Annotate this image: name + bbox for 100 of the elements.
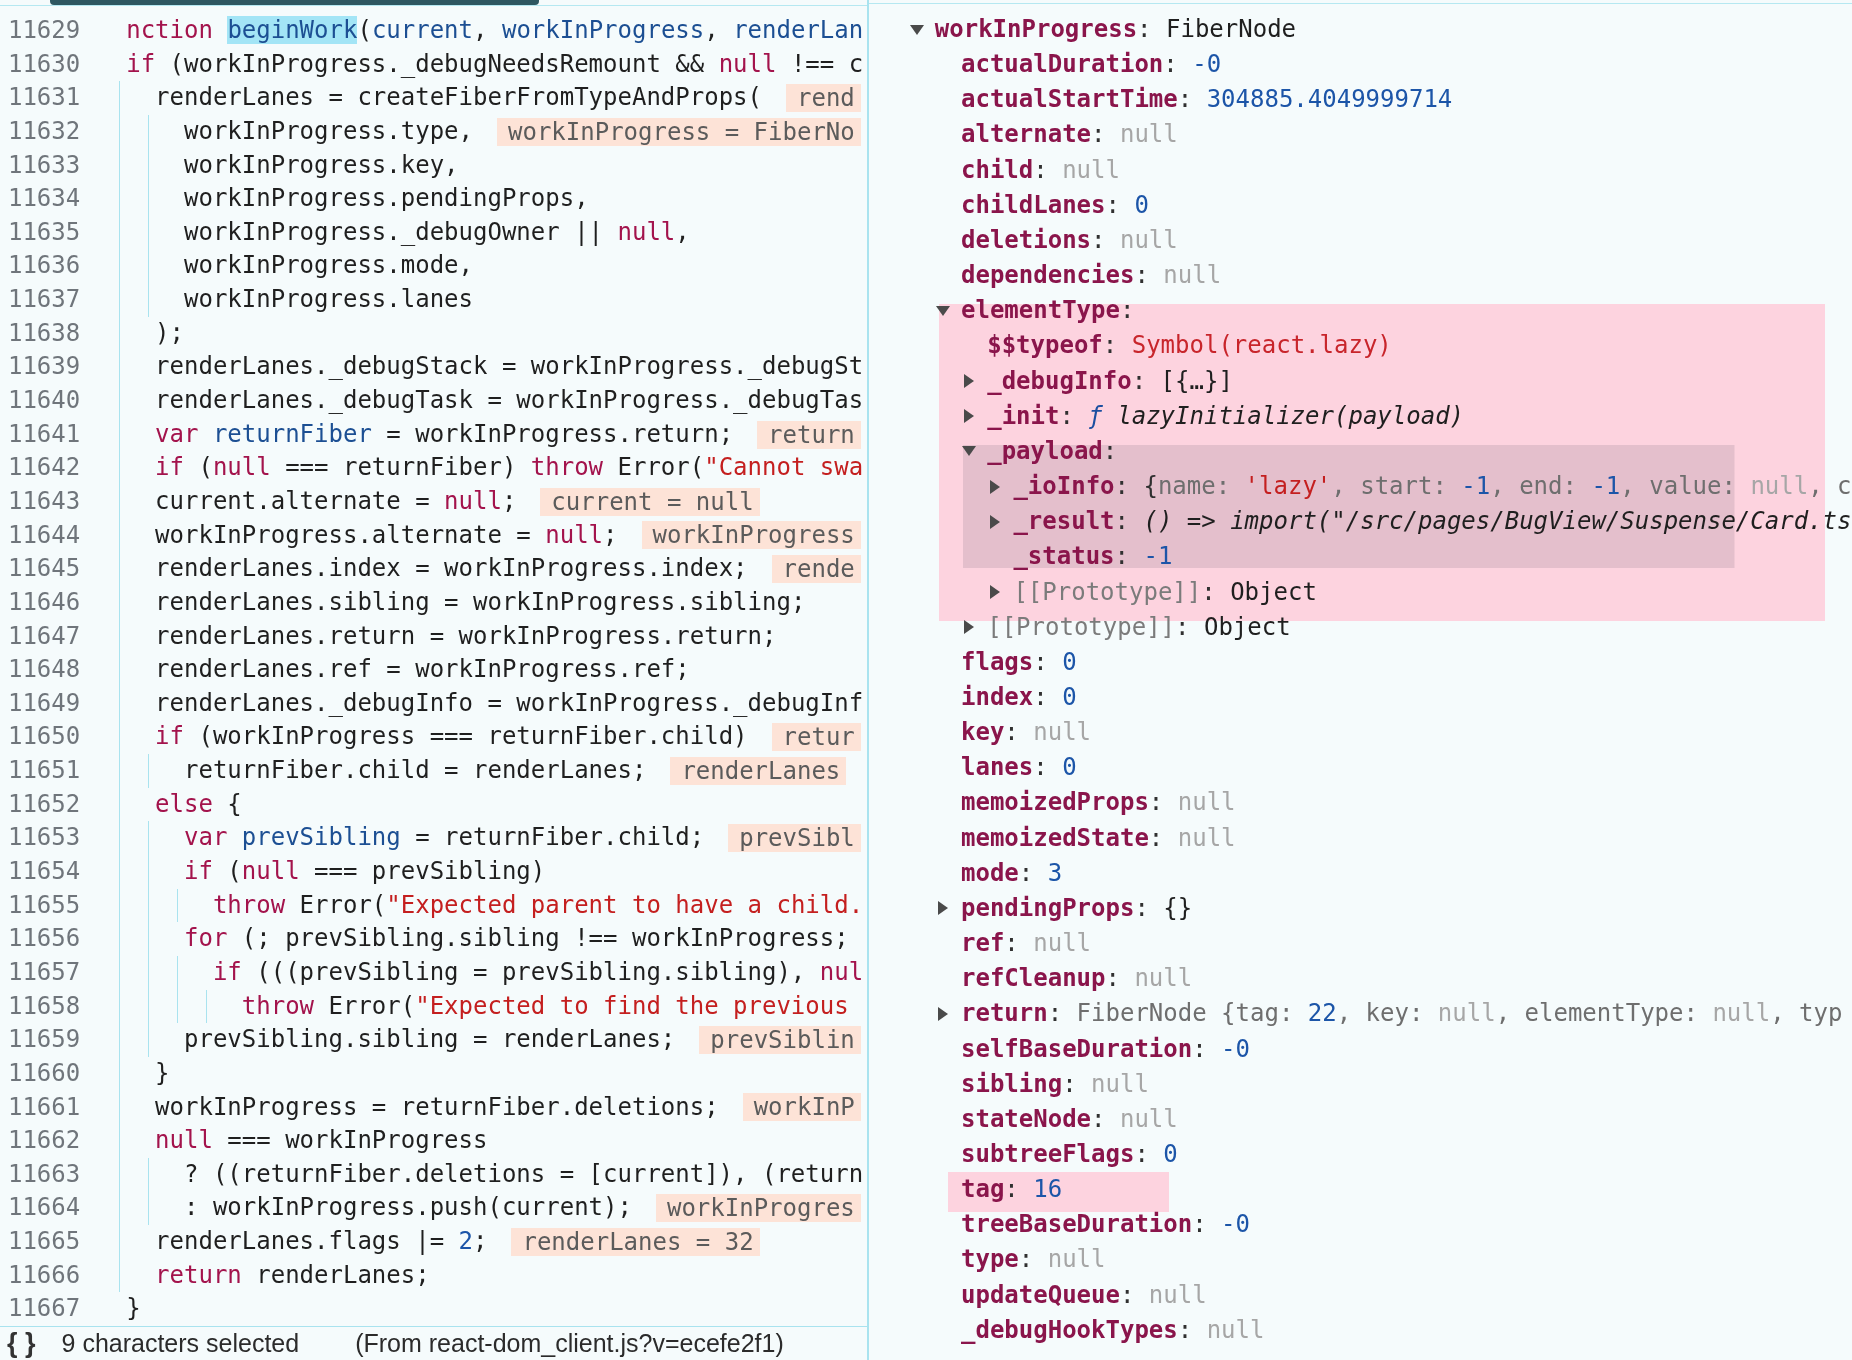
inline-value: workInP xyxy=(742,1093,861,1122)
code-line: var prevSibling = returnFiber.child; xyxy=(184,822,705,854)
code-line: workInProgress.pendingProps, xyxy=(184,183,589,215)
scrollbar-thumb[interactable] xyxy=(50,0,539,5)
property-entry: actualStartTime: 304885.4049999714 xyxy=(961,84,1453,116)
property-entry: stateNode: null xyxy=(961,1103,1178,1135)
code-line: renderLanes._debugStack = workInProgress._debugSt xyxy=(155,351,864,383)
line-number: 11667 xyxy=(7,1294,81,1323)
property-entry: _init: ƒ lazyInitializer(payload) xyxy=(987,400,1465,432)
line-number: 11638 xyxy=(7,318,81,347)
property-entry: _status: -1 xyxy=(1013,541,1173,573)
property-entry: _payload: xyxy=(987,435,1118,467)
line-number: 11642 xyxy=(7,453,81,482)
selection-status: 9 characters selected xyxy=(61,1328,300,1359)
property-entry: $$typeof: Symbol(react.lazy) xyxy=(987,330,1392,362)
line-number: 11630 xyxy=(7,49,81,78)
property-entry: return: FiberNode {tag: 22, key: null, elementType: null, typ xyxy=(961,998,1843,1030)
inline-value: renderLanes = 32 xyxy=(511,1227,760,1256)
inline-value: renderLanes xyxy=(670,756,847,785)
property-entry: refCleanup: null xyxy=(961,963,1193,995)
property-entry: updateQueue: null xyxy=(961,1279,1207,1311)
code-line: for (; prevSibling.sibling !== workInProgress; xyxy=(184,923,849,955)
code-line: current.alternate = null; xyxy=(155,485,517,517)
code-line: renderLanes.sibling = workInProgress.sibling; xyxy=(155,586,806,618)
line-number: 11651 xyxy=(7,756,81,785)
code-line: renderLanes._debugTask = workInProgress._debugTas xyxy=(155,385,864,417)
source-info: (From react-dom_client.js?v=ecefe2f1) xyxy=(355,1328,784,1359)
code-line: null === workInProgress xyxy=(155,1125,488,1157)
line-number: 11646 xyxy=(7,587,81,616)
line-number: 11644 xyxy=(7,520,81,549)
code-line: returnFiber.child = renderLanes; xyxy=(184,755,647,787)
inline-value: retur xyxy=(771,723,861,752)
code-line: workInProgress = returnFiber.deletions; xyxy=(155,1091,719,1123)
disclosure-triangle-icon[interactable] xyxy=(935,305,950,316)
line-number: 11653 xyxy=(7,823,81,852)
property-entry: key: null xyxy=(961,717,1092,749)
disclosure-triangle-icon[interactable] xyxy=(990,514,1001,529)
code-line: var returnFiber = workInProgress.return; xyxy=(155,418,734,450)
property-entry: flags: 0 xyxy=(961,646,1077,678)
inline-value: rend xyxy=(786,84,861,113)
line-number: 11652 xyxy=(7,789,81,818)
property-entry: deletions: null xyxy=(961,224,1178,256)
line-number: 11659 xyxy=(7,1025,81,1054)
code-line: else { xyxy=(155,788,242,820)
line-number: 11666 xyxy=(7,1260,81,1289)
disclosure-triangle-icon[interactable] xyxy=(909,24,924,35)
code-line: prevSibling.sibling = renderLanes; xyxy=(184,1024,676,1056)
code-line: ); xyxy=(155,317,184,349)
line-number: 11662 xyxy=(7,1126,81,1155)
code-line: workInProgress.mode, xyxy=(184,250,473,282)
code-line: if (workInProgress === returnFiber.child) xyxy=(155,721,748,753)
property-entry: alternate: null xyxy=(961,119,1178,151)
code-line: workInProgress._debugOwner || null, xyxy=(184,216,690,248)
property-entry: pendingProps: {} xyxy=(961,892,1193,924)
property-entry: child: null xyxy=(961,154,1120,186)
line-number: 11657 xyxy=(7,957,81,986)
property-entry: ref: null xyxy=(961,928,1092,960)
property-entry: sibling: null xyxy=(961,1068,1149,1100)
code-line: workInProgress.key, xyxy=(184,149,459,181)
disclosure-triangle-icon[interactable] xyxy=(963,374,974,389)
inline-value: workInProgress xyxy=(641,521,861,550)
disclosure-triangle-icon[interactable] xyxy=(963,620,974,635)
pretty-print-button[interactable]: { } xyxy=(5,1328,38,1359)
line-number: 11641 xyxy=(7,419,81,448)
property-entry: workInProgress: FiberNode xyxy=(934,14,1297,45)
code-line: renderLanes = createFiberFromTypeAndProps( xyxy=(155,82,762,114)
code-line: } xyxy=(155,1057,170,1089)
line-number: 11640 xyxy=(7,386,81,415)
code-line: nction beginWork(current, workInProgress, renderLan xyxy=(126,15,864,46)
code-line: workInProgress.alternate = null; xyxy=(155,519,618,551)
code-line: if (null === returnFiber) throw Error("Cannot swa xyxy=(155,452,864,484)
line-number: 11660 xyxy=(7,1058,81,1087)
code-line: if (null === prevSibling) xyxy=(184,856,546,887)
code-line: renderLanes.index = workInProgress.index; xyxy=(155,553,748,585)
disclosure-triangle-icon[interactable] xyxy=(963,409,974,424)
disclosure-triangle-icon[interactable] xyxy=(990,479,1001,494)
disclosure-triangle-icon[interactable] xyxy=(937,901,948,916)
code-line: workInProgress.lanes xyxy=(184,284,473,316)
code-line: renderLanes.flags |= 2; xyxy=(155,1226,488,1258)
line-number: 11639 xyxy=(7,352,81,381)
line-number: 11634 xyxy=(7,184,81,213)
line-number: 11658 xyxy=(7,991,81,1020)
disclosure-triangle-icon[interactable] xyxy=(961,446,976,457)
inline-value: return xyxy=(757,420,861,449)
line-number: 11648 xyxy=(7,655,81,684)
property-entry: mode: 3 xyxy=(961,857,1063,889)
property-entry: [[Prototype]]: Object xyxy=(1013,576,1317,608)
line-number: 11654 xyxy=(7,857,81,885)
code-line: return renderLanes; xyxy=(155,1259,430,1291)
line-number: 11663 xyxy=(7,1159,81,1188)
line-number: 11635 xyxy=(7,217,81,246)
inline-value: workInProgress = FiberNo xyxy=(497,117,861,146)
property-entry: dependencies: null xyxy=(961,260,1222,292)
line-number: 11643 xyxy=(7,486,81,515)
disclosure-triangle-icon[interactable] xyxy=(937,1006,948,1021)
line-number: 11656 xyxy=(7,924,81,953)
line-number: 11636 xyxy=(7,251,81,280)
disclosure-triangle-icon[interactable] xyxy=(990,585,1001,600)
code-line: ? ((returnFiber.deletions = [current]), (return xyxy=(184,1158,864,1190)
code-line: } xyxy=(126,1293,141,1325)
